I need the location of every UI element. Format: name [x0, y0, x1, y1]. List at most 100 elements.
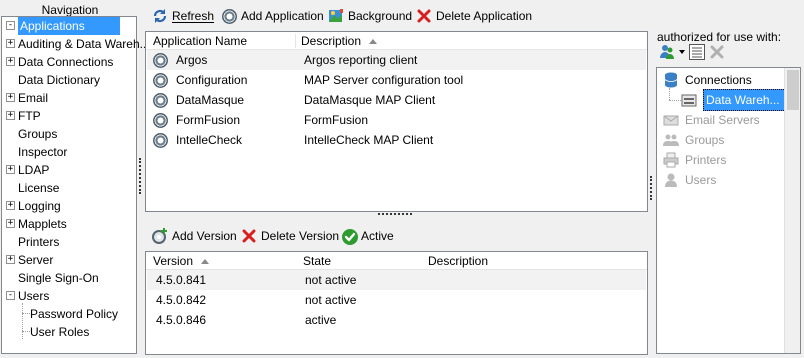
authorized-toolbar	[659, 44, 725, 60]
nav-item-ftp[interactable]: FTP	[18, 107, 41, 125]
nav-item-groups[interactable]: Groups	[18, 125, 57, 143]
table-row[interactable]: DataMasque DataMasque MAP Client	[147, 90, 646, 110]
add-application-button[interactable]: Add Application	[222, 6, 324, 26]
tree-line	[22, 313, 30, 314]
expand-icon[interactable]: +	[6, 219, 15, 228]
data-warehouse-icon	[681, 92, 697, 108]
vertical-splitter[interactable]	[650, 176, 652, 200]
table-row[interactable]: FormFusion FormFusion	[147, 110, 646, 130]
navigation-title: Navigation	[41, 3, 99, 17]
nav-item-ldap[interactable]: LDAP	[18, 161, 49, 179]
email-server-icon	[663, 112, 679, 128]
auth-item-printers[interactable]: Printers	[663, 150, 726, 170]
delete-application-button[interactable]: Delete Application	[416, 6, 532, 26]
nav-item-server[interactable]: Server	[18, 251, 53, 269]
column-header-application-name[interactable]: Application Name	[153, 32, 247, 50]
nav-item-mapplets[interactable]: Mapplets	[18, 215, 67, 233]
versions-grid[interactable]: Version State Description 4.5.0.841 not …	[145, 251, 648, 355]
collapse-icon[interactable]: -	[6, 21, 15, 30]
background-button[interactable]: Background	[328, 6, 412, 26]
app-icon	[153, 110, 168, 130]
expand-icon[interactable]: +	[6, 57, 15, 66]
dropdown-arrow-icon[interactable]	[679, 50, 685, 54]
tree-line	[669, 88, 670, 100]
nav-item-password-policy[interactable]: Password Policy	[30, 305, 118, 323]
expand-icon[interactable]: +	[6, 165, 15, 174]
versions-grid-header: Version State Description	[146, 252, 647, 270]
state-cell: not active	[305, 273, 357, 287]
sort-ascending-icon	[369, 39, 378, 45]
nav-item-data-connections[interactable]: Data Connections	[18, 53, 113, 71]
auth-item-users[interactable]: Users	[663, 170, 716, 190]
auth-item-email-servers[interactable]: Email Servers	[663, 110, 760, 130]
refresh-button[interactable]: Refresh	[152, 6, 214, 26]
nav-item-single-sign-on[interactable]: Single Sign-On	[18, 269, 99, 287]
nav-item-printers[interactable]: Printers	[18, 233, 59, 251]
auth-item-data-warehouse[interactable]: Data Wareh...	[681, 89, 798, 111]
nav-item-user-roles[interactable]: User Roles	[30, 323, 89, 341]
checkmark-icon	[341, 228, 358, 245]
navigation-tree[interactable]: Applications - + Auditing & Data Wareh..…	[1, 16, 150, 354]
nav-item-inspector[interactable]: Inspector	[18, 143, 67, 161]
application-name-cell: Argos	[176, 53, 208, 67]
table-row[interactable]: Argos Argos reporting client	[147, 50, 646, 70]
table-row[interactable]: 4.5.0.841 not active	[147, 270, 646, 290]
sort-ascending-icon	[201, 259, 210, 265]
nav-item-license[interactable]: License	[18, 179, 59, 197]
authorized-tree[interactable]: Connections Data Wareh... Email Servers …	[656, 67, 801, 354]
column-header-version[interactable]: Version	[153, 252, 210, 270]
list-view-icon[interactable]	[689, 44, 705, 60]
database-icon	[663, 72, 679, 88]
nav-item-auditing[interactable]: Auditing & Data Wareh...	[18, 35, 150, 53]
expand-icon[interactable]: +	[6, 111, 15, 120]
nav-item-data-dictionary[interactable]: Data Dictionary	[18, 71, 100, 89]
delete-icon	[416, 8, 432, 24]
column-header-description[interactable]: Description	[301, 32, 378, 50]
printer-icon	[663, 152, 679, 168]
users-add-icon[interactable]	[659, 44, 675, 60]
vertical-splitter[interactable]	[139, 158, 141, 194]
column-header-state[interactable]: State	[303, 252, 331, 270]
table-row[interactable]: 4.5.0.842 not active	[147, 290, 646, 310]
nav-item-logging[interactable]: Logging	[18, 197, 61, 215]
applications-grid[interactable]: Application Name Description Argos Argos…	[145, 31, 648, 212]
application-name-cell: Configuration	[176, 73, 248, 87]
auth-item-connections[interactable]: Connections	[663, 70, 752, 90]
scrollbar-thumb[interactable]	[787, 70, 799, 110]
table-row[interactable]: IntelleCheck IntelleCheck MAP Client	[147, 130, 646, 150]
expand-icon[interactable]: +	[6, 39, 15, 48]
expand-icon[interactable]: +	[6, 201, 15, 210]
description-cell: DataMasque MAP Client	[304, 93, 436, 107]
column-header-description[interactable]: Description	[428, 252, 488, 270]
active-button[interactable]: Active	[341, 226, 394, 246]
expand-icon[interactable]: +	[6, 255, 15, 264]
collapse-icon[interactable]: -	[6, 291, 15, 300]
tree-line	[22, 303, 23, 339]
version-cell: 4.5.0.841	[156, 273, 207, 287]
delete-icon	[241, 228, 257, 244]
applications-grid-header: Application Name Description	[146, 32, 647, 50]
refresh-icon	[152, 8, 168, 24]
tree-line	[22, 331, 30, 332]
nav-item-applications[interactable]: Applications	[18, 17, 120, 35]
background-icon	[328, 8, 344, 24]
column-divider[interactable]	[295, 34, 296, 48]
expand-icon[interactable]: +	[6, 93, 15, 102]
application-name-cell: FormFusion	[176, 113, 241, 127]
authorized-label: authorized for use with:	[657, 30, 782, 44]
state-cell: not active	[305, 293, 357, 307]
add-version-icon	[152, 228, 168, 244]
add-version-button[interactable]: Add Version	[152, 226, 237, 246]
description-cell: FormFusion	[304, 113, 369, 127]
remove-icon[interactable]	[709, 44, 725, 60]
description-cell: Argos reporting client	[304, 53, 418, 67]
table-row[interactable]: 4.5.0.846 active	[147, 310, 646, 330]
nav-item-email[interactable]: Email	[18, 89, 48, 107]
auth-item-groups[interactable]: Groups	[663, 130, 724, 150]
delete-version-button[interactable]: Delete Version	[241, 226, 339, 246]
table-row[interactable]: Configuration MAP Server configuration t…	[147, 70, 646, 90]
horizontal-splitter[interactable]	[378, 213, 412, 215]
tree-line	[669, 100, 681, 101]
vertical-scrollbar[interactable]	[784, 68, 800, 353]
app-icon	[153, 70, 168, 90]
